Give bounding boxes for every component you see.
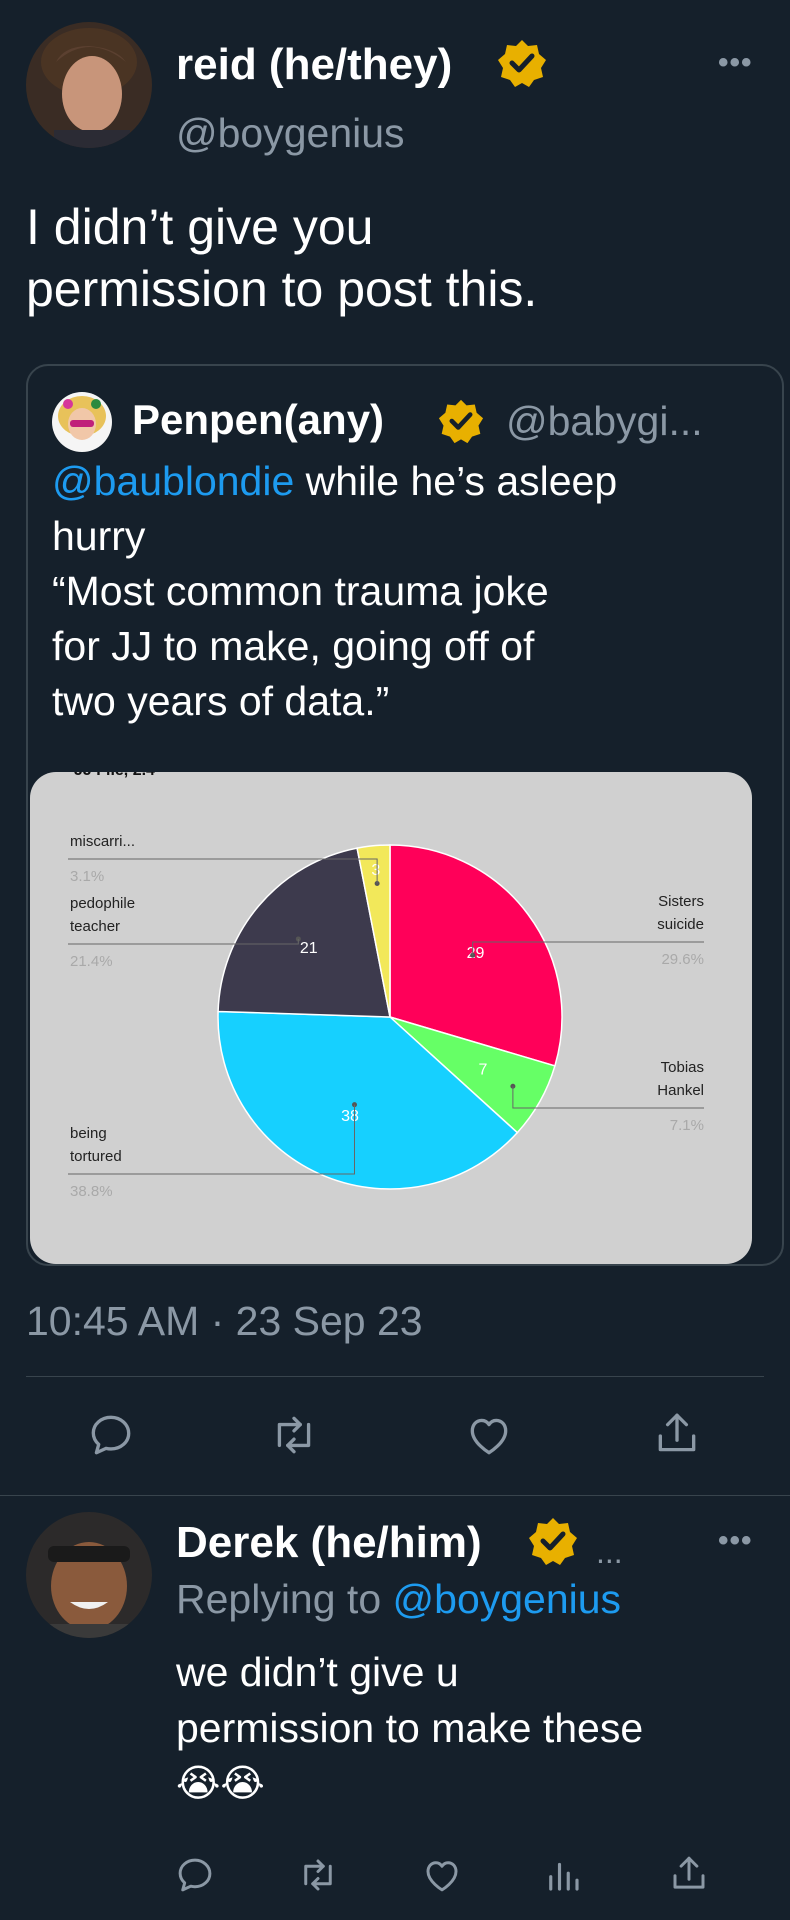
more-options-icon[interactable]: ••• [718, 1524, 753, 1558]
replying-to: Replying to @boygenius [176, 1576, 621, 1623]
slice-value-label: 21 [300, 940, 318, 957]
share-icon[interactable] [652, 1408, 702, 1460]
author-name[interactable]: reid (he/they) [176, 40, 452, 90]
tweet-timestamp[interactable]: 10:45 AM · 23 Sep 23 [26, 1298, 423, 1345]
reply-emoji: 😭😭 [176, 1763, 265, 1805]
author-avatar[interactable] [26, 22, 152, 148]
reply-author-avatar[interactable] [26, 1512, 152, 1638]
quoted-text-line: “Most common trauma joke [52, 568, 549, 614]
slice-category-label: miscarri... [70, 833, 135, 850]
quoted-text-line: two years of data.” [52, 678, 390, 724]
tweet-text: I didn’t give you permission to post thi… [26, 196, 537, 320]
verified-badge-icon [528, 1516, 578, 1566]
chart-title: JJ File, 2.4 [74, 772, 155, 779]
retweet-icon[interactable] [268, 1410, 320, 1460]
views-bar-chart-icon[interactable] [542, 1854, 584, 1896]
slice-value-label: 3 [371, 862, 380, 879]
slice-percent-label: 21.4% [70, 953, 113, 970]
reply-text-line: permission to make these [176, 1705, 644, 1751]
divider [26, 1376, 764, 1377]
mention-link[interactable]: @baublondie [52, 458, 294, 504]
verified-badge-icon [497, 38, 547, 88]
replying-prefix: Replying to [176, 1576, 393, 1622]
slice-category-label: teacher [70, 918, 120, 935]
slice-percent-label: 7.1% [670, 1117, 704, 1134]
reply-icon[interactable] [174, 1854, 216, 1896]
quoted-tweet-text: @baublondie while he’s asleep hurry “Mos… [52, 454, 772, 729]
slice-category-label: being [70, 1125, 107, 1142]
slice-category-label: tortured [70, 1148, 122, 1165]
quoted-text-line: hurry [52, 513, 146, 559]
reply-ellipsis: ... [596, 1534, 623, 1570]
slice-category-label: suicide [657, 916, 704, 933]
tweet-text-line: I didn’t give you [26, 199, 374, 255]
slice-value-label: 29 [467, 945, 485, 962]
slice-value-label: 7 [478, 1061, 487, 1078]
slice-category-label: Hankel [657, 1082, 704, 1099]
tweet-text-line: permission to post this. [26, 261, 538, 317]
verified-badge-icon [438, 398, 484, 444]
more-options-icon[interactable]: ••• [718, 46, 753, 80]
quoted-author-handle: @babygi... [506, 398, 703, 444]
slice-category-label: Sisters [658, 893, 704, 910]
reply-icon[interactable] [86, 1410, 136, 1460]
reply-text-line: we didn’t give u [176, 1649, 459, 1695]
divider [0, 1495, 790, 1496]
pie-chart: JJ File, 2.4 29 Sisters suicide 29.6% 7 Tobia… [68, 772, 704, 1200]
retweet-icon[interactable] [296, 1854, 340, 1896]
quoted-text-line: for JJ to make, going off of [52, 623, 535, 669]
slice-category-label: pedophile [70, 895, 135, 912]
like-icon[interactable] [463, 1410, 515, 1460]
author-handle[interactable]: @boygenius [176, 110, 405, 157]
chart-image[interactable]: JJ File, 2.4 29 Sisters suicide 29.6% 7 Tobia… [30, 772, 752, 1264]
share-icon[interactable] [668, 1852, 710, 1896]
slice-value-label: 38 [341, 1108, 359, 1125]
replying-handle-link[interactable]: @boygenius [393, 1576, 622, 1622]
like-icon[interactable] [420, 1854, 464, 1896]
slice-percent-label: 29.6% [661, 951, 704, 968]
quoted-author-avatar [52, 392, 112, 452]
reply-text: we didn’t give u permission to make thes… [176, 1644, 643, 1812]
quoted-author-name: Penpen(any) [132, 396, 385, 443]
slice-percent-label: 38.8% [70, 1183, 113, 1200]
quoted-text-span: while he’s asleep [294, 458, 618, 504]
reply-author-name[interactable]: Derek (he/him) [176, 1518, 482, 1568]
slice-percent-label: 3.1% [70, 868, 104, 885]
slice-category-label: Tobias [661, 1059, 704, 1076]
